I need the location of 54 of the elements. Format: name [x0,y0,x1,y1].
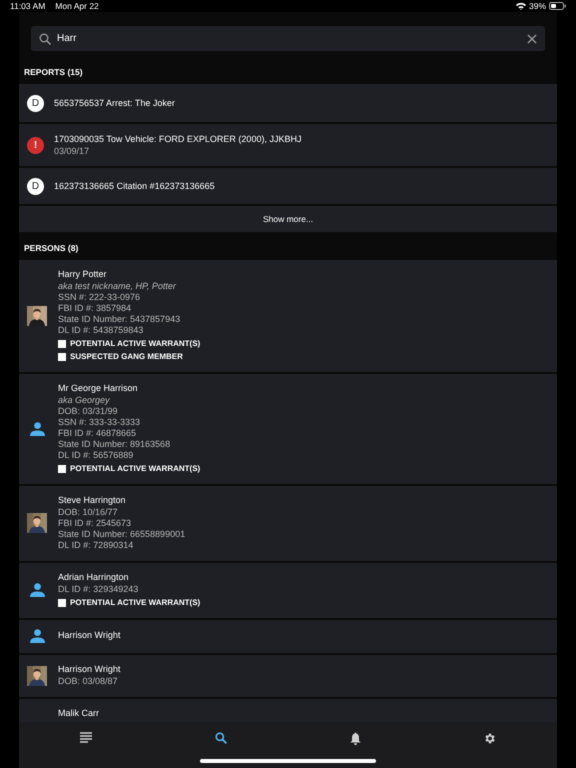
person-detail: State ID Number: 5437857943 [58,314,182,325]
report-title[interactable]: 5653756537 Arrest: The Joker [54,97,175,109]
person-detail: DL ID #: 56576889 [58,450,134,461]
person-detail: DOB: 03/08/87 [58,676,119,687]
show-more-button[interactable]: Show more... [19,206,557,232]
wifi-icon [516,2,526,10]
battery-icon [549,2,566,10]
report-title[interactable]: 162373136665 Citation #162373136665 [54,180,215,192]
clear-icon[interactable] [527,34,537,44]
letter-badge: D [27,94,44,112]
person-icon [30,629,44,643]
search-input[interactable]: Harr [57,33,521,44]
person-name[interactable]: Malik Carr [58,708,100,719]
person-detail: DOB: 10/16/77 [58,507,119,518]
section-header: REPORTS (15) [24,67,83,77]
person-detail: DL ID #: 329349243 [58,584,140,595]
letter-badge: D [27,178,44,194]
person-name[interactable]: Steve Harrington [58,495,186,506]
battery-percent: 39% [528,1,546,11]
warning-label: POTENTIAL ACTIVE WARRANT(S) [70,597,200,608]
status-time: 11:03 AM [10,1,46,11]
person-name[interactable]: Harrison Wright [58,664,120,675]
search-field[interactable]: Harr [31,26,545,51]
search-icon [39,32,51,44]
report-date: 03/09/17 [54,145,90,157]
person-name[interactable]: Mr George Harrison [58,383,200,394]
report-title[interactable]: 1703090035 Tow Vehicle: FORD EXPLORER (2000), JJKBHJ [54,133,302,145]
person-name[interactable]: Adrian Harrington [58,572,200,583]
person-name[interactable]: Harry Potter [58,269,200,280]
person-alias: aka Georgey [58,395,111,406]
person-detail: SSN #: 333-33-3333 [58,417,142,428]
person-detail: DL ID #: 5438759843 [58,325,144,336]
person-detail: DOB: 03/31/99 [58,406,119,417]
checkbox-icon [58,340,66,348]
checkbox-icon [58,598,66,606]
warning-label: POTENTIAL ACTIVE WARRANT(S) [70,338,200,349]
person-detail: FBI ID #: 46878665 [58,428,138,439]
person-name[interactable]: Harrison Wright [58,630,120,641]
person-detail: FBI ID #: 2545673 [58,518,132,529]
person-detail: State ID Number: 66558899001 [58,529,186,540]
person-detail: SSN #: 222-33-0976 [58,292,142,303]
person-icon [30,422,44,436]
status-date: Mon Apr 22 [55,1,99,11]
section-header: PERSONS (8) [24,243,78,253]
person-detail: State ID Number: 89163568 [58,439,172,450]
checkbox-icon [58,464,66,472]
checkbox-icon [58,352,66,360]
person-icon [30,583,44,597]
person-detail: DL ID #: 72890314 [58,540,134,551]
warning-label: SUSPECTED GANG MEMBER [70,351,183,362]
warning-label: POTENTIAL ACTIVE WARRANT(S) [70,463,200,474]
alert-badge: ! [27,136,44,154]
person-detail: FBI ID #: 3857984 [58,303,132,314]
person-alias: aka test nickname, HP, Potter [58,281,178,292]
